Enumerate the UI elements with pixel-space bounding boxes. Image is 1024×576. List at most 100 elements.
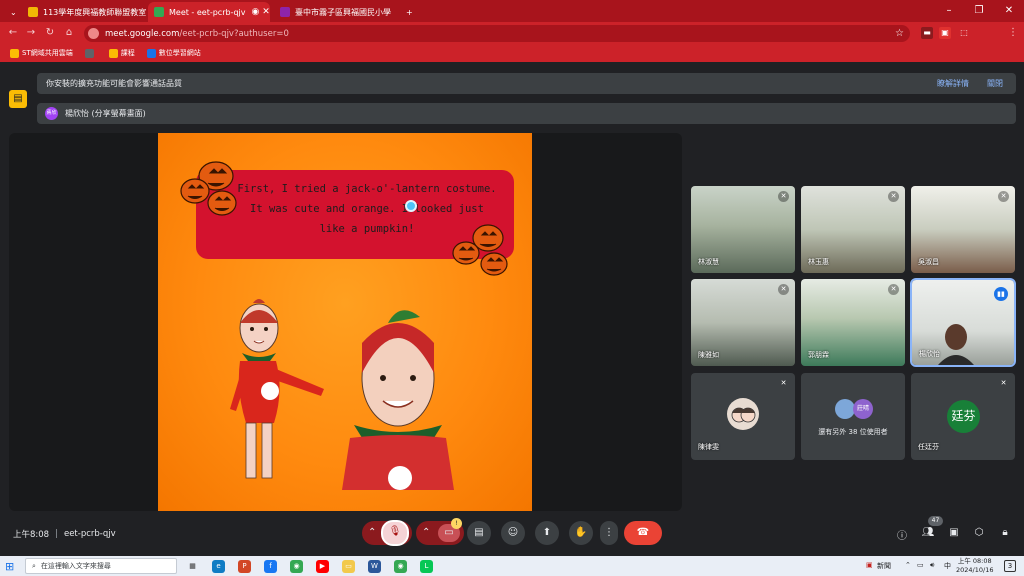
more-options-button[interactable]: ⋮ [600, 521, 618, 545]
host-controls-icon[interactable]: 🔒︎ [998, 527, 1012, 538]
dismiss-link[interactable]: 關閉 [987, 78, 1003, 89]
screen: ⌄ 113學年度興福教師聯盟教室 ✕ Meet - eet-pcrb-qjv ◉… [0, 0, 1024, 576]
menu-icon[interactable]: ⋮ [1006, 27, 1020, 38]
chat-icon[interactable]: ▣ [947, 527, 961, 538]
close-icon[interactable]: ✕ [391, 7, 394, 17]
word-icon[interactable]: W [368, 560, 381, 573]
meeting-time: 上午8:08 [13, 530, 50, 540]
tab-3[interactable]: 臺中市霧子區興福國民小學 ✕ [274, 2, 394, 22]
bookmark-item[interactable]: 數位學習網站 [146, 48, 201, 58]
chrome-icon[interactable]: ◉ [394, 560, 407, 573]
participant-name: 林淑慧 [698, 258, 719, 266]
people-icon[interactable]: 👥︎ [921, 527, 935, 538]
windows-start-icon[interactable]: ⊞ [5, 560, 14, 573]
classroom-icon [108, 48, 118, 58]
youtube-icon[interactable]: ▶ [316, 560, 329, 573]
bookmark-item[interactable]: ST網域共用雲端 [10, 48, 73, 58]
participant-tile[interactable]: ✕ 陳雅如 [691, 279, 795, 366]
bookmark-item[interactable]: 課程 [108, 48, 135, 58]
tab-1[interactable]: 113學年度興福教師聯盟教室 ✕ [22, 2, 146, 22]
emoji-icon: ☺ [507, 527, 519, 538]
extension-warning-icon[interactable]: ▤ [9, 90, 27, 108]
notification-icon[interactable]: 3 [1004, 560, 1016, 572]
new-tab-button[interactable]: + [400, 2, 418, 22]
child-illustration-left [230, 299, 324, 479]
task-view-icon[interactable]: ▦ [186, 560, 199, 573]
activities-icon[interactable]: ⬡ [972, 527, 986, 538]
present-button[interactable]: ⬆ [535, 521, 559, 545]
edge-icon[interactable]: e [212, 560, 225, 573]
participant-tile[interactable]: ✕ 陳律雯 [691, 373, 795, 460]
mic-off-icon: ✕ [780, 379, 787, 387]
captions-button[interactable]: ▤ [467, 521, 491, 545]
meet-icon [154, 7, 164, 17]
extension-notice: 你安裝的擴充功能可能會影響通話品質 瞭解詳情 關閉 [37, 73, 1016, 94]
leave-call-button[interactable]: ☎ [624, 521, 662, 545]
volume-icon[interactable]: 🔊︎ [930, 561, 934, 570]
url-input[interactable]: meet.google.com/eet-pcrb-qjv?authuser=0 … [84, 25, 910, 42]
site-info-icon[interactable] [88, 28, 99, 39]
participant-tile[interactable]: 廷芬 ✕ 任廷芬 [911, 373, 1015, 460]
info-icon[interactable]: ⓘ [895, 527, 909, 542]
participant-tile[interactable]: ✕ 林玉惠 [801, 186, 905, 273]
chevron-up-icon[interactable]: ⌃ [368, 521, 376, 545]
extension-icon[interactable]: ▣ [939, 27, 951, 39]
speaking-indicator-icon: ▮▮ [994, 287, 1008, 301]
bookmark-label: ST網域共用雲端 [22, 49, 73, 57]
network-icon[interactable]: ▭ [917, 561, 924, 569]
url-host: meet.google.com [105, 28, 180, 39]
close-window-icon[interactable]: ✕ [994, 0, 1024, 22]
mic-off-icon: ✕ [778, 191, 789, 202]
mic-off-icon: 🎙︎ [388, 526, 402, 537]
participant-tile[interactable]: ✕ 郭朋霖 [801, 279, 905, 366]
participant-name: 任廷芬 [918, 443, 939, 451]
powerpoint-icon[interactable]: P [238, 560, 251, 573]
clock[interactable]: 上午 08:08 2024/10/16 [956, 557, 993, 575]
classroom-icon [28, 7, 38, 17]
clock-time: 上午 08:08 [957, 557, 992, 565]
minimize-icon[interactable]: – [934, 0, 964, 22]
reactions-button[interactable]: ☺ [501, 521, 525, 545]
tab-2-active[interactable]: Meet - eet-pcrb-qjv ◉ ✕ [148, 2, 270, 22]
presentation-slide: First, I tried a jack-o'-lantern costume… [158, 133, 532, 511]
others-tile[interactable]: 莊晴 還有另外 38 位使用者 [801, 373, 905, 460]
ime-indicator[interactable]: 中 [944, 561, 951, 571]
restore-icon[interactable]: ❐ [964, 0, 994, 22]
tab-search-button[interactable]: ⌄ [4, 2, 18, 22]
chevron-up-icon[interactable]: ⌃ [905, 561, 911, 569]
line-icon[interactable]: L [420, 560, 433, 573]
taskbar-search-input[interactable]: ⌕ 在這裡輸入文字來搜尋 [25, 558, 177, 574]
forward-icon[interactable]: → [24, 27, 38, 38]
search-placeholder: 在這裡輸入文字來搜尋 [40, 562, 111, 570]
address-bar: ← → ↻ ⌂ meet.google.com/eet-pcrb-qjv?aut… [0, 22, 1024, 62]
participant-tile-speaking[interactable]: ▮▮ 楊欣怡 [910, 278, 1016, 367]
raise-hand-button[interactable]: ✋ [569, 521, 593, 545]
learn-more-link[interactable]: 瞭解詳情 [937, 78, 969, 89]
phone-hangup-icon: ☎ [636, 527, 650, 538]
avatar [727, 398, 759, 430]
bookmark-item[interactable] [84, 48, 97, 58]
facebook-icon[interactable]: f [264, 560, 277, 573]
reload-icon[interactable]: ↻ [43, 27, 57, 38]
back-icon[interactable]: ← [6, 27, 20, 38]
weather-icon[interactable]: ▣ [866, 561, 873, 569]
avatar [835, 399, 855, 419]
participant-tile[interactable]: ✕ 吳淑昌 [911, 186, 1015, 273]
mic-toggle-button[interactable]: 🎙︎ [381, 520, 409, 546]
child-illustration-right [342, 310, 454, 490]
present-screen-icon: ⬆ [542, 527, 552, 538]
home-icon[interactable]: ⌂ [62, 27, 76, 38]
avatar-illustration [731, 407, 756, 423]
tab-title: 113學年度興福教師聯盟教室 [43, 7, 146, 17]
extension-icon[interactable]: ▬ [921, 27, 933, 39]
bookmark-label: 課程 [120, 49, 135, 57]
chrome-icon[interactable]: ◉ [290, 560, 303, 573]
news-label[interactable]: 新聞 [877, 561, 891, 571]
puzzle-icon[interactable]: ⬚ [958, 27, 970, 39]
participant-tile[interactable]: ✕ 林淑慧 [691, 186, 795, 273]
chevron-up-icon[interactable]: ⌃ [422, 521, 430, 545]
shared-screen: First, I tried a jack-o'-lantern costume… [9, 133, 682, 511]
close-icon[interactable]: ◉ ✕ [246, 7, 270, 17]
file-explorer-icon[interactable]: ▭ [342, 560, 355, 573]
bookmark-star-icon[interactable]: ☆ [895, 28, 904, 39]
